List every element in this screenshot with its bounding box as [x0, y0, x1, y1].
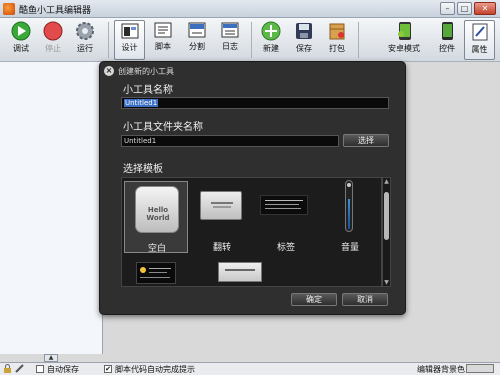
properties-label: 属性: [471, 45, 488, 54]
design-icon: [121, 23, 138, 39]
widgets-button[interactable]: 控件: [433, 20, 461, 60]
template-weather[interactable]: [124, 258, 188, 286]
auto-save-checkbox[interactable]: [36, 365, 44, 373]
template-label-label: 标签: [276, 243, 295, 253]
close-button[interactable]: ✕: [474, 2, 496, 15]
script-autocomplete-label: 脚本代码自动完成提示: [115, 365, 195, 374]
toolbar-separator: [108, 22, 109, 58]
new-label: 新建: [263, 44, 279, 53]
script-autocomplete-checkbox[interactable]: ✔: [104, 365, 112, 373]
scroll-up-arrow[interactable]: ▲: [44, 354, 58, 362]
new-icon: [261, 21, 281, 41]
run-label: 运行: [77, 44, 93, 53]
properties-button[interactable]: 属性: [464, 20, 495, 60]
ok-button[interactable]: 确定: [291, 293, 337, 306]
debug-button[interactable]: 调试: [6, 20, 36, 60]
toolbar-separator: [251, 22, 252, 58]
log-label: 日志: [222, 42, 238, 51]
android-icon: [398, 22, 411, 40]
left-panel: [0, 62, 103, 354]
new-widget-dialog: × 创建新的小工具 小工具名称 Untitled1 小工具文件夹名称 Untit…: [99, 61, 406, 315]
design-label: 设计: [121, 43, 138, 52]
save-button[interactable]: 保存: [290, 20, 318, 60]
split-icon: [188, 22, 206, 38]
notice-preview: [218, 262, 262, 282]
template-flip[interactable]: 翻转: [190, 181, 254, 253]
new-button[interactable]: 新建: [257, 20, 285, 60]
android-mode-button[interactable]: 安卓模式: [384, 20, 424, 60]
stop-button[interactable]: 停止: [38, 20, 68, 60]
widgets-label: 控件: [439, 44, 455, 53]
dialog-close-icon[interactable]: ×: [104, 66, 114, 76]
volume-preview: [345, 180, 353, 232]
brush-icon[interactable]: [15, 364, 24, 373]
template-volume[interactable]: 音量: [318, 180, 381, 253]
template-label-item[interactable]: 标签: [254, 181, 318, 253]
title-bar: 酷鱼小工具编辑器 – □ ✕: [0, 0, 500, 18]
folder-name-input[interactable]: Untitled1: [121, 135, 339, 147]
save-icon: [296, 23, 312, 39]
play-icon: [11, 21, 31, 41]
flip-preview: [200, 191, 242, 220]
scroll-down-icon[interactable]: ▼: [383, 279, 390, 286]
label-preview: [260, 195, 308, 215]
log-icon: [221, 22, 239, 38]
scroll-up-icon[interactable]: ▲: [383, 178, 390, 185]
dialog-title: 创建新的小工具: [118, 67, 174, 76]
maximize-button[interactable]: □: [457, 2, 472, 15]
split-tab[interactable]: 分割: [182, 20, 212, 60]
scrollbar-thumb[interactable]: [384, 192, 389, 240]
android-mode-label: 安卓模式: [388, 44, 420, 53]
auto-save-label: 自动保存: [47, 365, 79, 374]
template-volume-label: 音量: [340, 243, 359, 253]
widget-name-value: Untitled1: [124, 99, 159, 107]
package-icon: [329, 23, 345, 40]
folder-name-value: Untitled1: [124, 137, 157, 145]
template-list: Hello World 空白 翻转 标签 音量: [121, 177, 382, 287]
widgets-icon: [442, 22, 453, 40]
package-label: 打包: [329, 44, 345, 53]
window-title: 酷鱼小工具编辑器: [19, 6, 92, 16]
minimize-button[interactable]: –: [440, 2, 455, 15]
stop-icon: [43, 21, 63, 41]
script-tab[interactable]: 脚本: [148, 20, 178, 60]
background-color-swatch[interactable]: [466, 364, 494, 373]
app-fish-icon: [3, 3, 15, 15]
split-label: 分割: [189, 42, 205, 51]
properties-icon: [472, 23, 487, 41]
template-blank-label: 空白: [147, 244, 166, 254]
weather-preview: [136, 262, 176, 284]
template-notice[interactable]: [190, 258, 262, 286]
browse-button[interactable]: 选择: [343, 134, 389, 147]
gear-icon: [76, 22, 94, 40]
template-blank[interactable]: Hello World 空白: [124, 181, 188, 254]
hello-world-preview: Hello World: [135, 186, 179, 233]
toolbar-separator: [358, 22, 359, 58]
background-color-label: 编辑器背景色: [417, 365, 465, 374]
script-label: 脚本: [155, 42, 171, 51]
cancel-button[interactable]: 取消: [342, 293, 388, 306]
template-flip-label: 翻转: [212, 243, 231, 253]
widget-name-input[interactable]: Untitled1: [121, 97, 389, 109]
package-button[interactable]: 打包: [323, 20, 351, 60]
script-icon: [154, 22, 172, 38]
hello-world-text: Hello World: [146, 206, 170, 222]
log-tab[interactable]: 日志: [215, 20, 245, 60]
main-toolbar: 调试 停止 运行 设计 脚本 分割 日志 新建 保存 打包 安卓模式 控件 属性: [0, 18, 500, 62]
lock-icon[interactable]: [3, 364, 12, 373]
design-tab[interactable]: 设计: [114, 20, 145, 60]
template-scrollbar[interactable]: ▲ ▼: [382, 177, 391, 287]
template-label: 选择模板: [123, 164, 163, 175]
save-label: 保存: [296, 44, 312, 53]
name-label: 小工具名称: [123, 85, 173, 96]
status-bar: 自动保存 ✔ 脚本代码自动完成提示 编辑器背景色: [0, 362, 500, 375]
folder-label: 小工具文件夹名称: [123, 122, 203, 133]
debug-label: 调试: [13, 44, 29, 53]
stop-label: 停止: [45, 44, 61, 53]
run-button[interactable]: 运行: [70, 20, 100, 60]
